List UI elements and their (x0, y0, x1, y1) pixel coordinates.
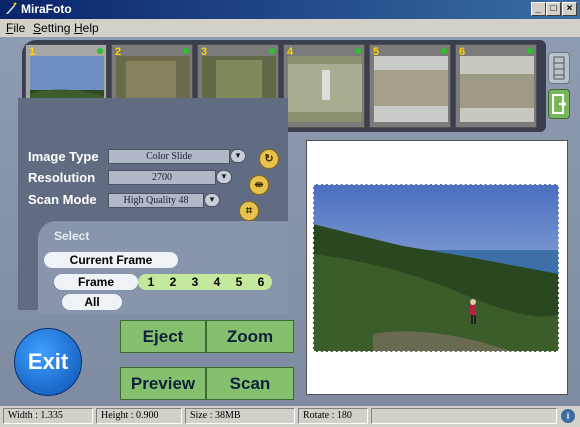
status-dot-icon (183, 48, 189, 54)
all-button[interactable]: All (62, 294, 122, 310)
flip-icon[interactable]: ⇹ (249, 175, 269, 195)
frame-thumbnail (460, 56, 534, 122)
status-dot-icon (355, 48, 361, 54)
zoom-button[interactable]: Zoom (206, 320, 294, 353)
app-icon (6, 2, 17, 14)
menu-help[interactable]: Help (74, 21, 99, 35)
eject-button[interactable]: Eject (120, 320, 206, 353)
resolution-label: Resolution (28, 170, 96, 185)
frame-number-6[interactable]: 6 (251, 274, 271, 290)
scan-button[interactable]: Scan (206, 367, 294, 400)
status-dot-icon (441, 48, 447, 54)
status-height: Height : 0.900 (96, 408, 182, 424)
frame-number-5[interactable]: 5 (229, 274, 249, 290)
film-frame-4[interactable]: 4 (283, 44, 365, 128)
frame-thumbnail (288, 56, 362, 122)
minimize-button[interactable]: _ (531, 2, 546, 16)
film-holder-button[interactable] (548, 52, 570, 84)
status-size: Size : 38MB (185, 408, 295, 424)
app-window: MiraFoto _ □ × File Setting Help 1 2 3 4… (0, 0, 580, 427)
status-rotate: Rotate : 180 (298, 408, 368, 424)
exit-button[interactable]: Exit (14, 328, 82, 396)
preview-button[interactable]: Preview (120, 367, 206, 400)
crop-selection[interactable] (313, 184, 559, 352)
menu-bar: File Setting Help (0, 19, 580, 38)
maximize-button[interactable]: □ (546, 2, 561, 16)
film-frame-5[interactable]: 5 (369, 44, 451, 128)
door-arrow-icon (552, 94, 567, 114)
frame-number-2[interactable]: 2 (163, 274, 183, 290)
title-bar: MiraFoto _ □ × (0, 0, 580, 19)
status-dot-icon (527, 48, 533, 54)
close-button[interactable]: × (562, 2, 577, 16)
menu-setting[interactable]: Setting (33, 21, 70, 35)
load-film-button[interactable] (548, 89, 570, 119)
status-width: Width : 1.335 (3, 408, 93, 424)
film-holder-icon (553, 56, 565, 80)
film-frame-6[interactable]: 6 (455, 44, 537, 128)
frame-number-1[interactable]: 1 (141, 274, 161, 290)
frame-thumbnail (374, 56, 448, 122)
select-title: Select (54, 229, 90, 243)
image-type-select[interactable]: Color Slide (108, 149, 230, 164)
chevron-down-icon[interactable]: ▼ (204, 193, 220, 207)
info-icon[interactable]: i (561, 409, 575, 423)
crop-icon[interactable]: ⌗ (239, 201, 259, 221)
rotate-icon[interactable]: ↻ (259, 149, 279, 169)
frame-button[interactable]: Frame (54, 274, 138, 290)
menu-file[interactable]: File (6, 21, 25, 35)
scan-mode-select[interactable]: High Quality 48 (108, 193, 204, 208)
status-dot-icon (97, 48, 103, 54)
frame-number-4[interactable]: 4 (207, 274, 227, 290)
resolution-select[interactable]: 2700 (108, 170, 216, 185)
image-type-label: Image Type (28, 149, 99, 164)
window-title: MiraFoto (21, 2, 72, 16)
frame-number-3[interactable]: 3 (185, 274, 205, 290)
status-empty (371, 408, 557, 424)
scan-mode-label: Scan Mode (28, 192, 97, 207)
status-dot-icon (269, 48, 275, 54)
current-frame-button[interactable]: Current Frame (44, 252, 178, 268)
chevron-down-icon[interactable]: ▼ (230, 149, 246, 163)
chevron-down-icon[interactable]: ▼ (216, 170, 232, 184)
